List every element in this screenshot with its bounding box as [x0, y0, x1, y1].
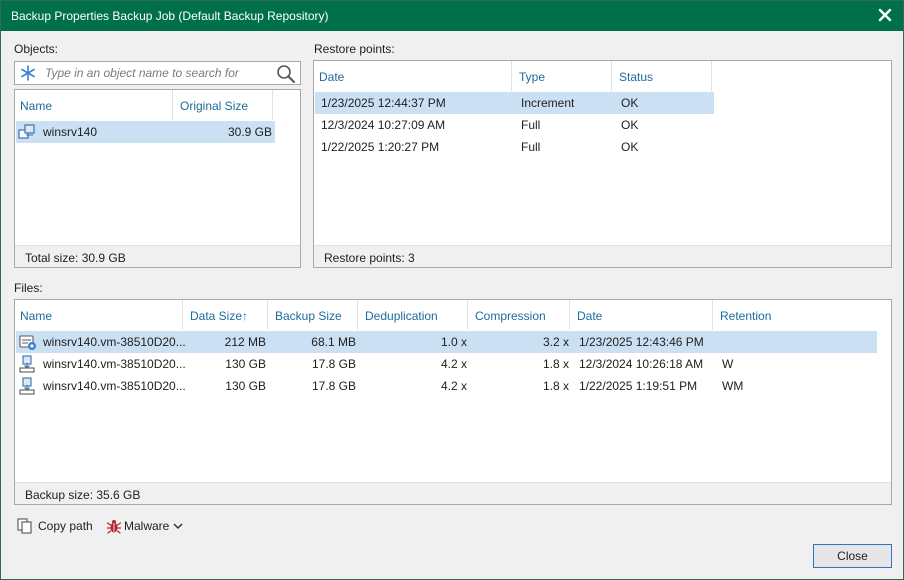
- column-header-date[interactable]: Date: [577, 300, 713, 330]
- list-item[interactable]: winsrv140 30.9 GB: [16, 121, 275, 143]
- full-backup-icon: [19, 377, 37, 395]
- object-search-box[interactable]: [14, 61, 301, 85]
- column-header-status[interactable]: Status: [619, 61, 712, 91]
- file-deduplication: 4.2 x: [366, 379, 467, 393]
- data-size-header-label: Data Size: [190, 309, 242, 323]
- backup-properties-dialog: Backup Properties Backup Job (Default Ba…: [0, 0, 904, 580]
- table-row[interactable]: winsrv140.vm-38510D20... 130 GB 17.8 GB …: [16, 353, 877, 375]
- files-list: Name Data Size↑ Backup Size Deduplicatio…: [14, 299, 892, 505]
- file-deduplication: 1.0 x: [366, 335, 467, 349]
- column-header-data-size[interactable]: Data Size↑: [190, 300, 268, 330]
- column-header-backup-size[interactable]: Backup Size: [275, 300, 358, 330]
- backup-size-total: Backup size: 35.6 GB: [15, 482, 891, 504]
- close-button[interactable]: Close: [813, 544, 892, 568]
- file-data-size: 212 MB: [191, 335, 266, 349]
- file-compression: 1.8 x: [476, 357, 569, 371]
- file-backup-size: 17.8 GB: [276, 379, 356, 393]
- file-date: 1/23/2025 12:43:46 PM: [579, 335, 704, 349]
- restore-point-status: OK: [621, 96, 638, 110]
- restore-point-type: Increment: [521, 96, 574, 110]
- restore-point-status: OK: [621, 140, 638, 154]
- column-header-original-size[interactable]: Original Size: [180, 90, 273, 120]
- file-name: winsrv140.vm-38510D20...: [43, 379, 186, 393]
- object-name: winsrv140: [43, 125, 97, 139]
- column-header-name[interactable]: Name: [20, 90, 173, 120]
- file-name: winsrv140.vm-38510D20...: [43, 357, 186, 371]
- restore-points-label: Restore points:: [314, 42, 395, 56]
- malware-dropdown-button[interactable]: Malware: [106, 517, 188, 537]
- sort-ascending-icon: ↑: [242, 309, 248, 323]
- file-date: 1/22/2025 1:19:51 PM: [579, 379, 697, 393]
- restore-point-date: 1/22/2025 1:20:27 PM: [321, 140, 439, 154]
- table-row[interactable]: 1/23/2025 12:44:37 PM Increment OK: [315, 92, 714, 114]
- file-data-size: 130 GB: [191, 357, 266, 371]
- column-header-retention[interactable]: Retention: [720, 300, 820, 330]
- restore-point-status: OK: [621, 118, 638, 132]
- restore-point-date: 12/3/2024 10:27:09 AM: [321, 118, 445, 132]
- column-header-deduplication[interactable]: Deduplication: [365, 300, 468, 330]
- malware-label: Malware: [124, 519, 169, 533]
- objects-label: Objects:: [14, 42, 58, 56]
- file-retention: W: [722, 357, 733, 371]
- bug-icon: [106, 518, 122, 534]
- file-compression: 1.8 x: [476, 379, 569, 393]
- column-header-date[interactable]: Date: [319, 61, 512, 91]
- copy-path-button[interactable]: Copy path: [17, 517, 97, 537]
- restore-point-date: 1/23/2025 12:44:37 PM: [321, 96, 446, 110]
- file-backup-size: 68.1 MB: [276, 335, 356, 349]
- close-icon[interactable]: [875, 5, 895, 25]
- full-backup-icon: [19, 355, 37, 373]
- objects-total-size: Total size: 30.9 GB: [15, 245, 300, 267]
- object-size: 30.9 GB: [196, 125, 272, 139]
- file-backup-size: 17.8 GB: [276, 357, 356, 371]
- title-bar: Backup Properties Backup Job (Default Ba…: [1, 1, 903, 31]
- files-label: Files:: [14, 281, 43, 295]
- table-row[interactable]: 1/22/2025 1:20:27 PM Full OK: [315, 136, 714, 158]
- table-row[interactable]: winsrv140.vm-38510D20... 212 MB 68.1 MB …: [16, 331, 877, 353]
- restore-point-type: Full: [521, 140, 540, 154]
- file-data-size: 130 GB: [191, 379, 266, 393]
- restore-points-count: Restore points: 3: [314, 245, 891, 267]
- vm-icon: [18, 123, 36, 141]
- incremental-backup-icon: [19, 333, 37, 351]
- table-row[interactable]: winsrv140.vm-38510D20... 130 GB 17.8 GB …: [16, 375, 877, 397]
- file-date: 12/3/2024 10:26:18 AM: [579, 357, 703, 371]
- column-header-name[interactable]: Name: [20, 300, 183, 330]
- object-search-input[interactable]: [45, 64, 271, 82]
- column-header-compression[interactable]: Compression: [475, 300, 570, 330]
- asterisk-icon: [19, 64, 37, 82]
- copy-path-label: Copy path: [38, 519, 93, 533]
- table-row[interactable]: 12/3/2024 10:27:09 AM Full OK: [315, 114, 714, 136]
- search-icon[interactable]: [276, 64, 296, 84]
- file-compression: 3.2 x: [476, 335, 569, 349]
- window-title: Backup Properties Backup Job (Default Ba…: [11, 9, 329, 23]
- restore-point-type: Full: [521, 118, 540, 132]
- file-retention: WM: [722, 379, 743, 393]
- objects-list: Name Original Size winsrv140 30.9 GB Tot…: [14, 89, 301, 268]
- restore-points-list: Date Type Status 1/23/2025 12:44:37 PM I…: [313, 60, 892, 268]
- chevron-down-icon: [173, 522, 183, 530]
- file-deduplication: 4.2 x: [366, 357, 467, 371]
- copy-icon: [17, 518, 33, 534]
- file-name: winsrv140.vm-38510D20...: [43, 335, 186, 349]
- column-header-type[interactable]: Type: [519, 61, 612, 91]
